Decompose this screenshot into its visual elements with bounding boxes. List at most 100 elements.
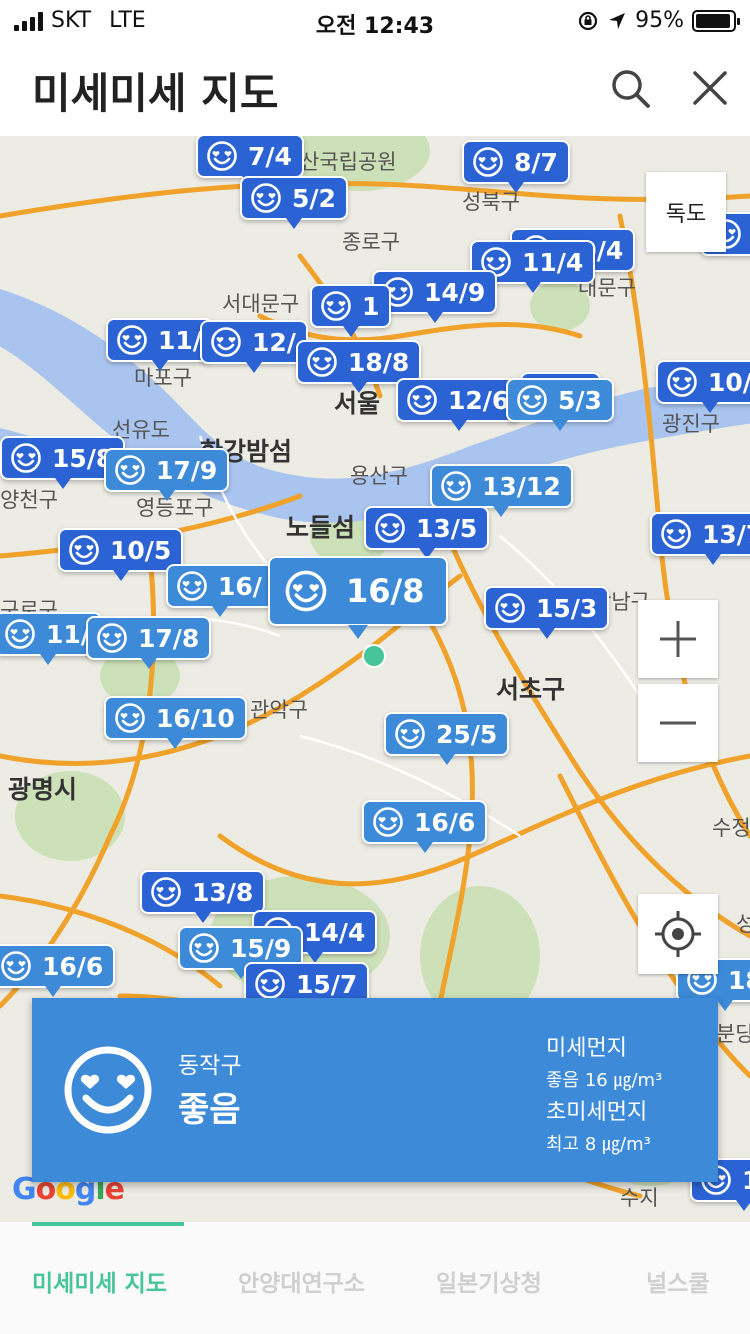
smile-heart-eyes-icon (517, 385, 547, 415)
area-label: 관악구 (250, 698, 308, 722)
marker-pointer (717, 1000, 734, 1011)
plus-icon (660, 621, 696, 657)
search-icon (612, 70, 650, 108)
status-bar: SKT LTE 오전 12:43 95% (0, 0, 750, 40)
marker-pointer (194, 912, 211, 923)
active-tab-indicator (32, 1222, 184, 1226)
aqi-marker-value: 18 (728, 965, 750, 995)
dokdo-button[interactable]: 독도 (646, 172, 726, 252)
area-label: 산국립공원 (300, 150, 397, 174)
area-label: 서대문구 (222, 292, 300, 316)
aqi-marker-value: 14/4 (304, 917, 366, 947)
aqi-marker[interactable]: 17/8 (86, 616, 212, 669)
marker-pointer (704, 554, 721, 565)
smile-heart-eyes-icon (64, 1046, 152, 1134)
aqi-marker-value: 7/4 (248, 141, 292, 171)
aqi-marker[interactable]: 13/7 (650, 512, 750, 565)
pm25-block: 초미세먼지 최고 8 ㎍/m³ (546, 1094, 651, 1156)
marker-pointer (140, 658, 157, 669)
bottom-tab-bar: 미세미세 지도 안양대연구소 일본기상청 널스쿨 (0, 1222, 750, 1334)
marker-pointer (450, 420, 467, 431)
smile-heart-eyes-icon (441, 471, 471, 501)
aqi-marker[interactable]: 25/5 (384, 712, 510, 765)
tab-anyang-lab[interactable]: 안양대연구소 (238, 1264, 365, 1298)
current-location-dot (362, 644, 386, 668)
area-label: 광명시 (8, 775, 78, 804)
marker-pointer (551, 420, 568, 431)
close-button[interactable] (686, 64, 734, 112)
area-label: 성 (736, 912, 750, 936)
smile-heart-eyes-icon (211, 327, 241, 357)
smile-heart-eyes-icon (285, 570, 327, 612)
marker-pointer (348, 625, 369, 639)
marker-pointer (167, 738, 184, 749)
pm10-label: 미세먼지 (546, 1036, 627, 1061)
minus-icon (660, 721, 696, 725)
area-label: 서초구 (496, 675, 566, 704)
aqi-marker-value: 5/2 (292, 183, 336, 213)
air-quality-status: 좋음 (178, 1090, 241, 1130)
zoom-out-button[interactable] (638, 684, 718, 762)
dokdo-label: 독도 (665, 202, 707, 227)
aqi-marker-value: 11/ (742, 1166, 750, 1195)
search-button[interactable] (606, 64, 654, 112)
smile-heart-eyes-icon (97, 623, 127, 653)
marker-pointer (438, 754, 455, 765)
district-info-card[interactable]: 동작구 좋음 미세먼지 좋음 16 ㎍/m³ 초미세먼지 최고 8 ㎍/m³ (32, 998, 718, 1182)
aqi-marker[interactable]: 16/ (166, 564, 274, 617)
aqi-marker[interactable]: 13/8 (140, 870, 266, 923)
aqi-marker-value: 10/ (708, 367, 750, 397)
aqi-marker-value: 8/7 (514, 147, 558, 177)
aqi-marker[interactable]: 10/5 (58, 528, 184, 581)
aqi-marker[interactable]: 13/5 (364, 506, 490, 559)
smile-heart-eyes-icon (661, 519, 691, 549)
area-label: 수지 (620, 1186, 659, 1210)
aqi-marker[interactable]: 5/3 (506, 378, 614, 431)
aqi-marker[interactable]: 15/3 (484, 586, 610, 639)
zoom-in-button[interactable] (638, 600, 718, 678)
aqi-marker[interactable]: 16/10 (104, 696, 247, 749)
aqi-marker[interactable]: 10/ (656, 360, 750, 413)
tab-finedust-map[interactable]: 미세미세 지도 (32, 1264, 167, 1298)
location-arrow-icon (609, 12, 626, 29)
marker-pointer (416, 842, 433, 853)
area-label: 수정 (712, 816, 750, 840)
area-label: 양천구 (0, 488, 58, 512)
aqi-marker[interactable]: 17/9 (104, 448, 230, 501)
aqi-marker[interactable]: 12/6 (396, 378, 522, 431)
aqi-marker[interactable]: 5/2 (240, 176, 348, 229)
aqi-marker[interactable]: 1 (310, 284, 392, 337)
aqi-marker[interactable]: 16/6 (362, 800, 488, 853)
status-right: 95% (577, 8, 740, 33)
page-title: 미세미세 지도 (32, 69, 279, 118)
aqi-marker[interactable]: 13/12 (430, 464, 573, 517)
smile-heart-eyes-icon (151, 877, 181, 907)
smile-heart-eyes-icon (115, 703, 145, 733)
marker-pointer (426, 312, 443, 323)
tab-japan-met-agency[interactable]: 일본기상청 (436, 1264, 542, 1298)
aqi-marker[interactable]: 16/8 (268, 556, 449, 639)
marker-pointer (285, 218, 302, 229)
smile-heart-eyes-icon (69, 535, 99, 565)
aqi-marker[interactable]: 11/ (106, 318, 214, 371)
aqi-marker[interactable]: 12/ (200, 320, 308, 373)
locate-me-button[interactable] (638, 894, 718, 974)
aqi-marker[interactable]: 8/7 (462, 140, 570, 193)
marker-pointer (245, 362, 262, 373)
marker-pointer (507, 182, 524, 193)
smile-heart-eyes-icon (375, 513, 405, 543)
tab-nullschool[interactable]: 널스쿨 (646, 1264, 709, 1298)
area-label: 종로구 (342, 230, 400, 254)
smile-heart-eyes-icon (207, 141, 237, 171)
aqi-marker-value: 15/9 (230, 933, 292, 963)
aqi-marker[interactable]: 7/4 (196, 136, 304, 187)
marker-pointer (538, 628, 555, 639)
aqi-marker-value: 17/9 (156, 455, 218, 485)
rotation-lock-icon (578, 11, 598, 30)
aqi-marker-value: 1 (362, 291, 380, 321)
aqi-marker-value: 11/ (158, 325, 202, 355)
battery-percent: 95% (635, 8, 684, 33)
aqi-marker-value: 15/3 (536, 593, 598, 623)
aqi-marker[interactable]: 16/6 (0, 944, 116, 997)
smile-heart-eyes-icon (321, 291, 351, 321)
